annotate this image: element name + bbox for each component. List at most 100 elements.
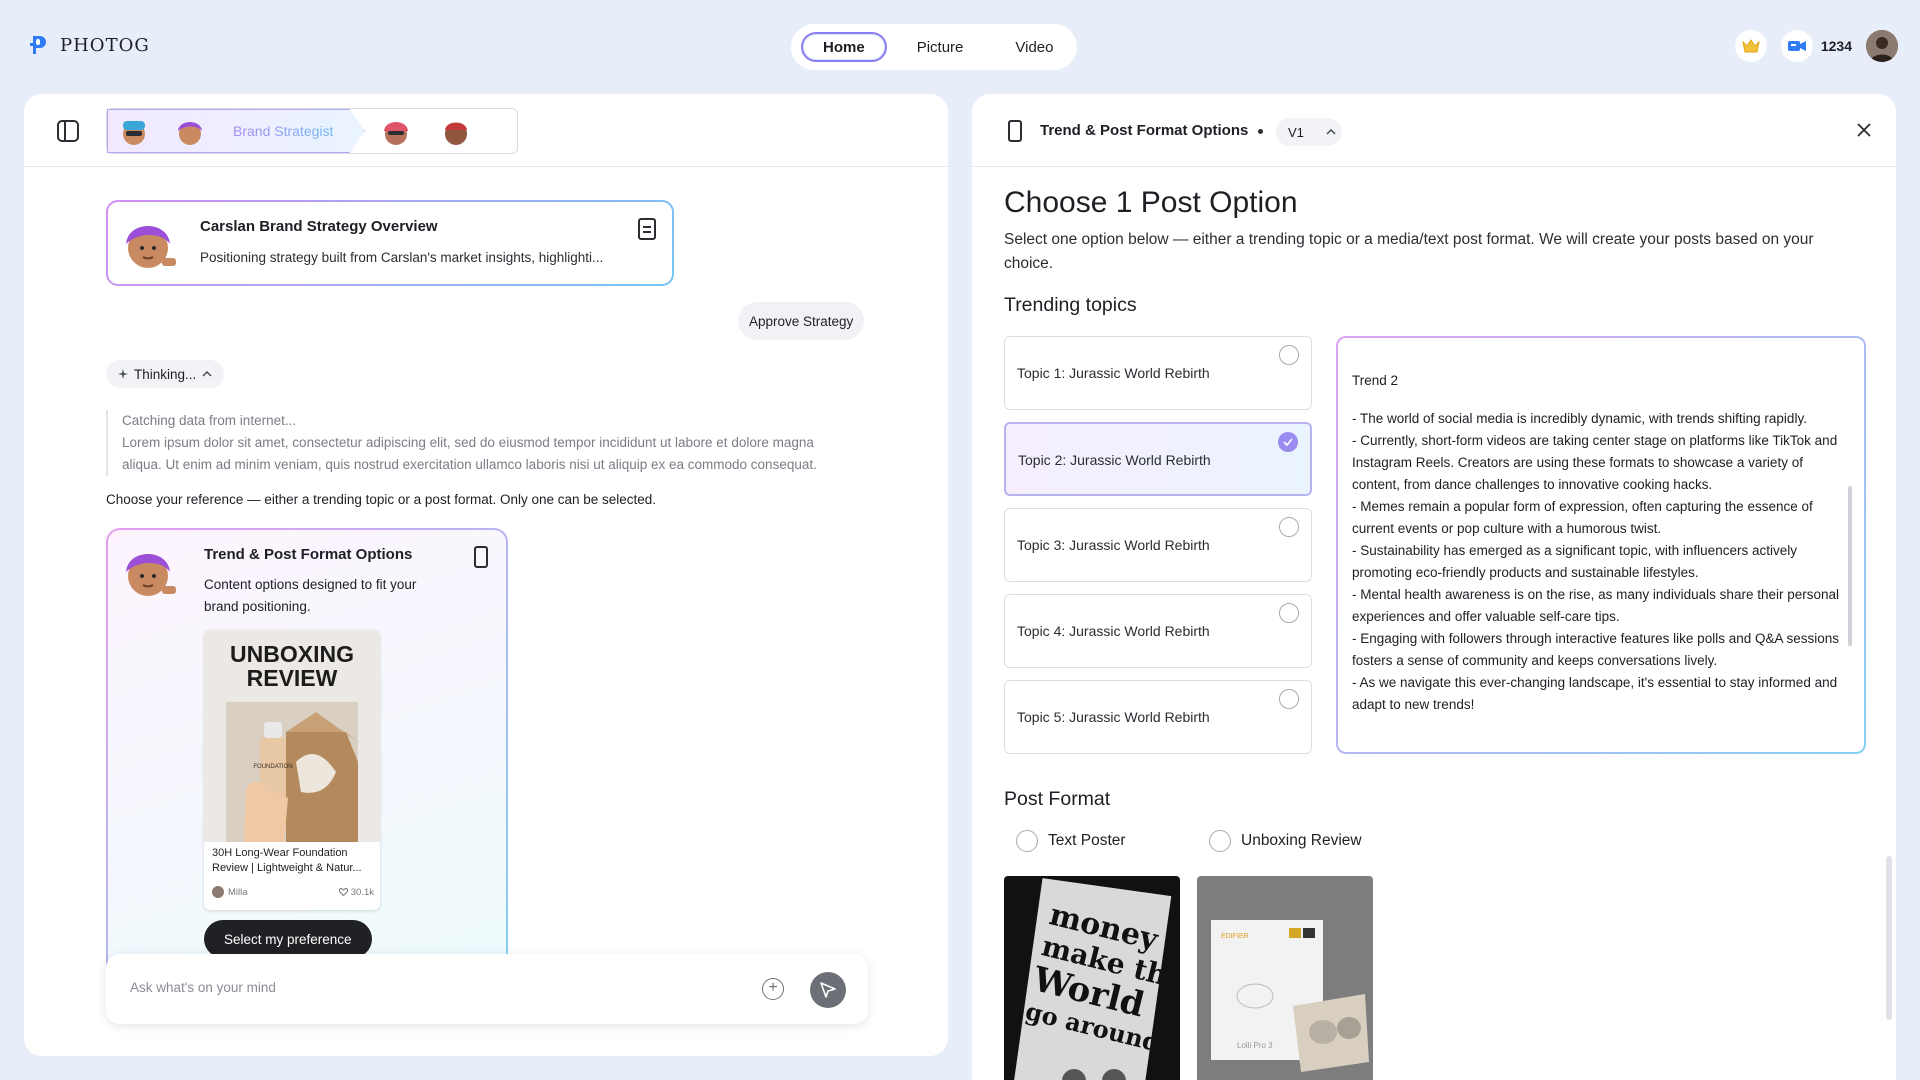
- topic-label: Topic 5: Jurassic World Rebirth: [1017, 709, 1210, 725]
- preview-image: UNBOXING REVIEW FOUNDATION: [204, 630, 380, 842]
- thinking-line: Lorem ipsum dolor sit amet, consectetur …: [122, 435, 814, 450]
- trend-detail-line: - Sustainability has emerged as a signif…: [1352, 543, 1797, 580]
- preview-headline: UNBOXING REVIEW: [230, 641, 354, 691]
- agent-active-label[interactable]: Brand Strategist: [233, 123, 333, 139]
- strategy-card-title: Carslan Brand Strategy Overview: [200, 218, 438, 235]
- topic-option-2[interactable]: Topic 2: Jurassic World Rebirth: [1004, 422, 1312, 496]
- topic-option-5[interactable]: Topic 5: Jurassic World Rebirth: [1004, 680, 1312, 754]
- top-bar: PHOTOG Home Picture Video 1234: [0, 0, 1920, 94]
- photog-logo-icon: [30, 36, 46, 54]
- trending-topics-heading: Trending topics: [1004, 294, 1137, 316]
- preview-caption: 30H Long-Wear Foundation Review | Lightw…: [212, 847, 362, 874]
- thinking-label: Thinking...: [134, 366, 197, 382]
- post-preview-card[interactable]: UNBOXING REVIEW FOUNDATION 30H Long-Wear…: [204, 630, 380, 910]
- options-title: Choose 1 Post Option: [1004, 186, 1298, 219]
- send-button[interactable]: [810, 972, 846, 1008]
- unboxing-photo: FOUNDATION: [226, 702, 358, 842]
- options-panel: Trend & Post Format Options V1 Choose 1 …: [972, 94, 1896, 1080]
- trend-detail-line: - Mental health awareness is on the rise…: [1352, 587, 1840, 624]
- post-format-heading: Post Format: [1004, 788, 1111, 810]
- agent-avatar-brand-strategist-icon[interactable]: [173, 115, 207, 149]
- preview-likes: 30.1k: [350, 886, 374, 898]
- app-logo[interactable]: PHOTOG: [30, 34, 150, 56]
- credits-display[interactable]: 1234: [1780, 30, 1852, 62]
- separator-dot: [1258, 129, 1263, 134]
- strategy-card[interactable]: Carslan Brand Strategy Overview Position…: [106, 200, 674, 286]
- text-poster-image: money make the World go around: [1004, 876, 1180, 1080]
- chat-panel: Brand Strategist Carslan Brand Strategy …: [24, 94, 948, 1056]
- post-format-label: Text Poster: [1048, 832, 1126, 849]
- topic-label: Topic 3: Jurassic World Rebirth: [1017, 537, 1210, 553]
- trend-detail-line: - Memes remain a popular form of express…: [1352, 499, 1813, 536]
- close-icon[interactable]: [1852, 118, 1876, 142]
- topic-label: Topic 2: Jurassic World Rebirth: [1018, 452, 1211, 468]
- chat-header: Brand Strategist: [24, 94, 948, 167]
- topic-radio[interactable]: [1279, 689, 1299, 709]
- version-label: V1: [1288, 124, 1304, 140]
- trend-detail-line: - Engaging with followers through intera…: [1352, 631, 1840, 668]
- post-format-unboxing-review[interactable]: Unboxing Review: [1209, 830, 1362, 852]
- user-avatar[interactable]: [1866, 30, 1898, 62]
- tab-video[interactable]: Video: [993, 32, 1075, 62]
- trend-card-description: Content options designed to fit your bra…: [204, 577, 417, 614]
- trend-detail-line: - The world of social media is incredibl…: [1352, 411, 1807, 426]
- version-selector[interactable]: V1: [1276, 118, 1342, 146]
- topic-option-4[interactable]: Topic 4: Jurassic World Rebirth: [1004, 594, 1312, 668]
- brand-strategist-avatar: [126, 554, 176, 596]
- strategy-card-subtitle: Positioning strategy built from Carslan'…: [200, 250, 604, 265]
- check-icon: [1283, 438, 1293, 446]
- agent-pipeline: Brand Strategist: [106, 108, 518, 154]
- phone-icon: [1008, 120, 1022, 142]
- agent-avatar-1-icon[interactable]: [117, 115, 151, 149]
- trend-detail-line: - Currently, short-form videos are takin…: [1352, 433, 1838, 492]
- chat-input-box[interactable]: Ask what's on your mind +: [106, 954, 868, 1024]
- options-scrollbar[interactable]: [1886, 856, 1892, 1020]
- main-nav: Home Picture Video: [791, 24, 1077, 70]
- tab-picture[interactable]: Picture: [895, 32, 986, 62]
- author-avatar: [212, 886, 224, 898]
- phone-icon[interactable]: [474, 546, 488, 568]
- svg-text:FOUNDATION: FOUNDATION: [253, 764, 292, 770]
- credits-badge: [1780, 30, 1813, 62]
- agent-avatar-3-icon[interactable]: [379, 115, 413, 149]
- options-subtitle: Select one option below — either a trend…: [1004, 231, 1814, 272]
- thinking-line: aliqua. Ut enim ad minim veniam, quis no…: [122, 457, 817, 472]
- tab-home[interactable]: Home: [801, 32, 887, 62]
- topic-option-3[interactable]: Topic 3: Jurassic World Rebirth: [1004, 508, 1312, 582]
- sparkle-icon: [118, 369, 128, 379]
- agent-avatar-4-icon[interactable]: [439, 115, 473, 149]
- thinking-toggle[interactable]: Thinking...: [106, 360, 225, 388]
- crown-icon: [1742, 39, 1760, 53]
- options-header-title: Trend & Post Format Options: [1040, 122, 1249, 139]
- topic-radio[interactable]: [1279, 517, 1299, 537]
- thinking-content: Catching data from internet... Lorem ips…: [106, 410, 886, 476]
- unboxing-review-thumbnail[interactable]: EDIFIER Lolli Pro 3: [1197, 876, 1373, 1080]
- trend-detail-panel[interactable]: Trend 2 - The world of social media is i…: [1336, 336, 1866, 754]
- topic-label: Topic 4: Jurassic World Rebirth: [1017, 623, 1210, 639]
- unboxing-review-image: EDIFIER Lolli Pro 3: [1197, 876, 1373, 1080]
- topic-option-1[interactable]: Topic 1: Jurassic World Rebirth: [1004, 336, 1312, 410]
- select-preference-button[interactable]: Select my preference: [204, 920, 372, 958]
- approve-strategy-message: Approve Strategy: [738, 302, 865, 340]
- topic-radio-checked[interactable]: [1278, 432, 1298, 452]
- topic-label: Topic 1: Jurassic World Rebirth: [1017, 365, 1210, 381]
- svg-text:EDIFIER: EDIFIER: [1221, 933, 1249, 940]
- post-format-text-poster[interactable]: Text Poster: [1016, 830, 1126, 852]
- post-format-radio[interactable]: [1016, 830, 1038, 852]
- topic-radio[interactable]: [1279, 345, 1299, 365]
- chat-input-placeholder[interactable]: Ask what's on your mind: [130, 980, 276, 995]
- trend-detail-scrollbar[interactable]: [1848, 486, 1852, 646]
- trend-detail-line: - As we navigate this ever-changing land…: [1352, 675, 1838, 712]
- premium-button[interactable]: [1734, 30, 1767, 62]
- text-poster-thumbnail[interactable]: money make the World go around: [1004, 876, 1180, 1080]
- post-format-radio[interactable]: [1209, 830, 1231, 852]
- topic-radio[interactable]: [1279, 603, 1299, 623]
- sidebar-toggle-icon[interactable]: [57, 120, 79, 142]
- document-icon[interactable]: [638, 218, 656, 240]
- trend-detail-title: Trend 2: [1352, 373, 1399, 388]
- chevron-up-icon: [202, 371, 212, 377]
- app-name: PHOTOG: [60, 34, 150, 56]
- trend-card-title: Trend & Post Format Options: [204, 546, 413, 563]
- add-attachment-icon[interactable]: +: [762, 978, 784, 1000]
- trend-options-card[interactable]: Trend & Post Format Options Content opti…: [106, 528, 508, 968]
